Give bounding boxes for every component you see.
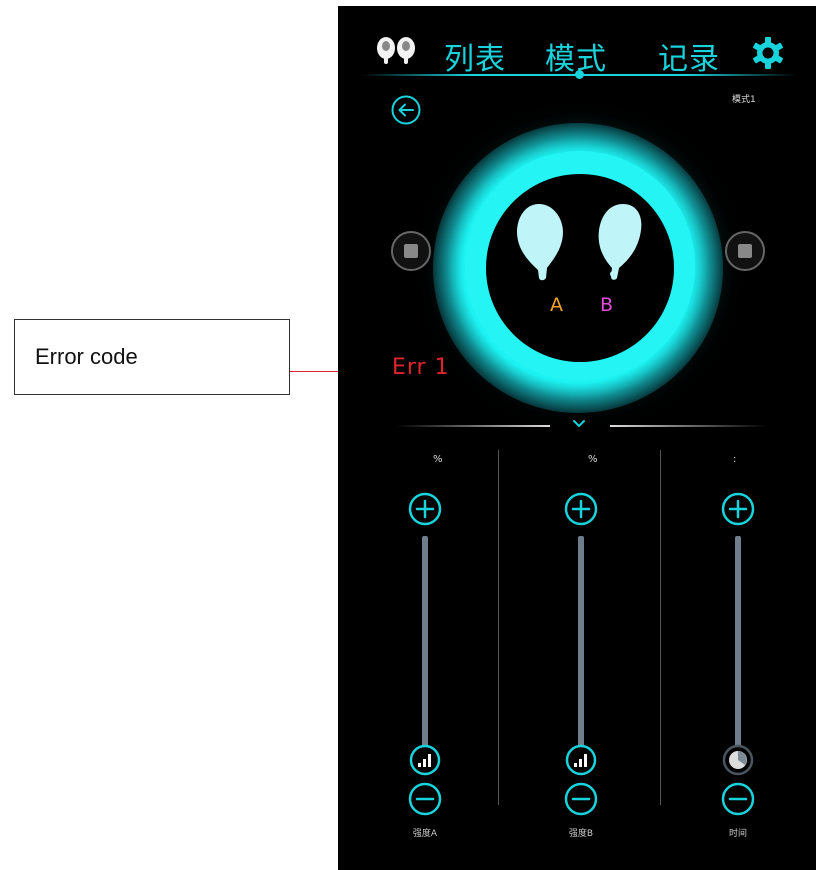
intensity-b-plus-button[interactable] (564, 492, 598, 526)
time-value: : (733, 454, 737, 465)
intensity-b-slider[interactable] (578, 536, 584, 754)
divider-right (610, 425, 768, 427)
signal-bars-icon[interactable] (565, 744, 597, 776)
intensity-b-value: % (588, 454, 598, 465)
tab-records[interactable]: 记录 (658, 34, 720, 78)
annotation-callout-box: Error code (14, 319, 290, 395)
column-separator (660, 450, 661, 805)
tab-list[interactable]: 列表 (444, 34, 506, 78)
column-separator (498, 450, 499, 805)
channel-a-label: A (550, 294, 563, 316)
time-plus-button[interactable] (721, 492, 755, 526)
divider-left (396, 425, 550, 427)
intensity-a-slider[interactable] (422, 536, 428, 754)
intensity-a-label: 强度A (412, 829, 438, 839)
time-slider[interactable] (735, 536, 741, 754)
electrode-pad-b-icon (598, 204, 642, 280)
electrode-pad-a-icon (517, 204, 563, 281)
intensity-a-plus-button[interactable] (408, 492, 442, 526)
back-button[interactable] (390, 94, 422, 126)
top-nav: 列表 模式 记录 (338, 6, 816, 79)
phone-screen: 列表 模式 记录 模式1 A B Err 1 % 强度A % 强度B: 时间 (338, 6, 816, 870)
time-minus-button[interactable] (721, 782, 755, 816)
intensity-b-label: 强度B (568, 829, 594, 839)
earbuds-icon[interactable] (374, 36, 420, 66)
mode-name-label: 模式1 (732, 95, 756, 105)
channel-b-label: B (600, 294, 614, 316)
gear-icon[interactable] (751, 36, 785, 70)
intensity-a-value: % (433, 454, 443, 465)
stop-button-right[interactable] (724, 230, 766, 272)
stop-button-left[interactable] (390, 230, 432, 272)
signal-bars-icon[interactable] (409, 744, 441, 776)
intensity-a-minus-button[interactable] (408, 782, 442, 816)
chevron-down-icon[interactable] (572, 417, 586, 431)
time-label: 时间 (728, 829, 748, 839)
clock-icon[interactable] (722, 744, 754, 776)
annotation-callout-text: Error code (35, 344, 138, 369)
error-code-text: Err 1 (392, 355, 450, 380)
intensity-b-minus-button[interactable] (564, 782, 598, 816)
active-tab-indicator (575, 70, 584, 79)
